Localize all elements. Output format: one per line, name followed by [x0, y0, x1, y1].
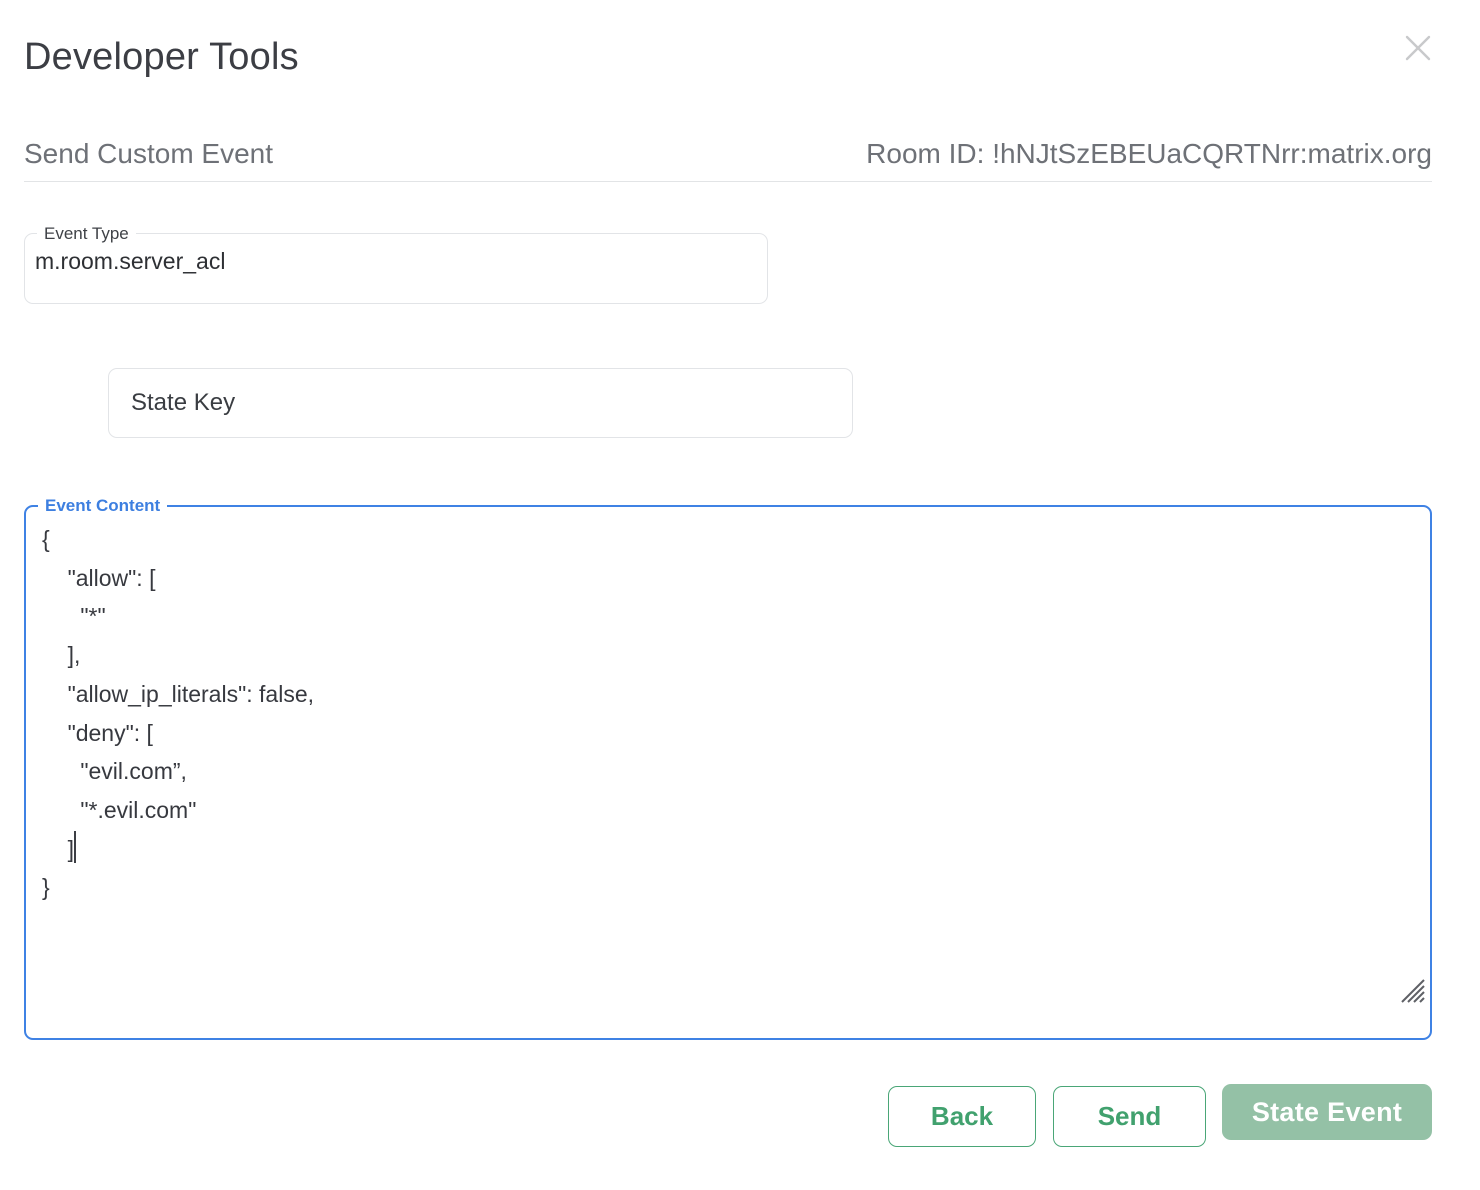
event-content-after-cursor: } [42, 874, 50, 900]
close-button[interactable] [1398, 28, 1438, 68]
event-content-before-cursor: { "allow": [ "*" ], "allow_ip_literals":… [42, 526, 314, 862]
text-cursor [74, 831, 76, 863]
close-icon [1401, 31, 1435, 65]
room-id-label: Room ID: [866, 138, 992, 169]
send-button[interactable]: Send [1053, 1086, 1206, 1147]
event-content-text: { "allow": [ "*" ], "allow_ip_literals":… [26, 514, 1430, 907]
event-type-input[interactable] [25, 242, 767, 275]
room-id: Room ID: !hNJtSzEBEUaCQRTNrr:matrix.org [866, 138, 1432, 170]
room-id-value: !hNJtSzEBEUaCQRTNrr:matrix.org [992, 138, 1432, 169]
state-key-input[interactable] [109, 389, 852, 417]
state-key-field [108, 368, 853, 438]
event-type-label: Event Type [37, 225, 136, 242]
event-content-label: Event Content [38, 497, 167, 514]
state-event-button[interactable]: State Event [1222, 1084, 1432, 1140]
section-title: Send Custom Event [24, 138, 273, 170]
subheader: Send Custom Event Room ID: !hNJtSzEBEUaC… [24, 138, 1432, 182]
resize-handle-icon[interactable] [1398, 976, 1426, 1004]
event-content-textarea[interactable]: { "allow": [ "*" ], "allow_ip_literals":… [26, 514, 1430, 1006]
back-button[interactable]: Back [888, 1086, 1036, 1147]
event-type-field: Event Type [24, 225, 768, 304]
page-title: Developer Tools [24, 36, 299, 79]
event-content-field: Event Content { "allow": [ "*" ], "allow… [24, 497, 1432, 1040]
